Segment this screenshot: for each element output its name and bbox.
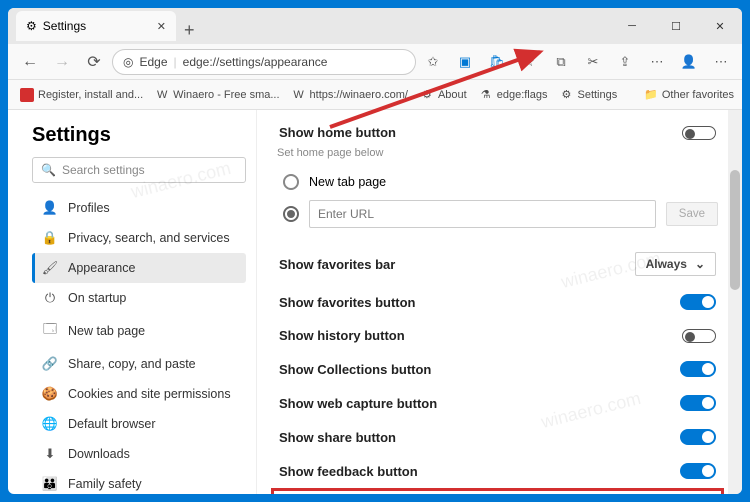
shopping-icon[interactable]: 🛍 [484, 49, 510, 75]
nav-icon: 🔒 [42, 230, 58, 246]
favorite-item[interactable]: Register, install and... [16, 86, 147, 104]
toggle[interactable] [682, 329, 716, 343]
setting-row-show-feedback-button: Show feedback button [277, 454, 718, 488]
show-home-row: Show home button [277, 116, 718, 149]
setting-row-show-web-capture-button: Show web capture button [277, 386, 718, 420]
radio-enter-url[interactable]: Save [283, 195, 718, 233]
nav-icon: 🗔 [42, 320, 58, 342]
search-icon: 🔍 [41, 163, 56, 177]
maximize-button[interactable]: ☐ [654, 8, 698, 44]
refresh-button[interactable]: ⟳ [80, 48, 108, 76]
share-icon[interactable]: ⇪ [612, 49, 638, 75]
toggle[interactable] [680, 429, 716, 445]
dropdown[interactable]: Always⌄ [635, 252, 716, 276]
setting-row-show-extensions-button: Show extensions button [271, 488, 724, 494]
sidebar-item-share-copy-and-paste[interactable]: 🔗Share, copy, and paste [32, 349, 246, 379]
nav-icon: 🖌 [42, 260, 58, 276]
search-input[interactable]: 🔍 Search settings [32, 157, 246, 183]
nav-icon: 🌐 [42, 416, 58, 432]
sidebar-item-new-tab-page[interactable]: 🗔New tab page [32, 313, 246, 349]
nav-icon: 👤 [42, 200, 58, 216]
sidebar-item-default-browser[interactable]: 🌐Default browser [32, 409, 246, 439]
tab-title: Settings [43, 19, 86, 33]
show-home-toggle[interactable] [682, 126, 716, 140]
sidebar-item-downloads[interactable]: ⬇Downloads [32, 439, 246, 469]
save-button[interactable]: Save [666, 202, 718, 226]
favorite-item[interactable]: ⚙About [416, 86, 471, 104]
back-button[interactable]: ← [16, 48, 44, 76]
favorite-item[interactable]: Whttps://winaero.com/ [288, 86, 412, 104]
close-window-button[interactable]: ✕ [698, 8, 742, 44]
radio-icon [283, 174, 299, 190]
setting-row-show-history-button: Show history button [277, 319, 718, 352]
capture-icon[interactable]: ✂ [580, 49, 606, 75]
toggle[interactable] [680, 463, 716, 479]
favorites-bar: Register, install and...WWinaero - Free … [8, 80, 742, 110]
scrollbar[interactable] [728, 110, 742, 494]
nav-icon: 🍪 [42, 386, 58, 402]
setting-row-show-collections-button: Show Collections button [277, 352, 718, 386]
profile-avatar[interactable]: 👤 [676, 49, 702, 75]
sidebar-item-appearance[interactable]: 🖌Appearance [32, 253, 246, 283]
nav-icon: ⬇ [42, 446, 58, 462]
nav-icon: ⏻ [42, 290, 58, 306]
favorite-item[interactable]: ⚙Settings [555, 86, 621, 104]
settings-main: Show home button Set home page below New… [256, 110, 742, 494]
titlebar: ⚙ Settings ✕ + ─ ☐ ✕ [8, 8, 742, 44]
chevron-down-icon: ⌄ [695, 257, 705, 271]
setting-row-show-share-button: Show share button [277, 420, 718, 454]
gear-icon: ⚙ [26, 19, 37, 33]
url-field[interactable]: ◎ Edge | edge://settings/appearance [112, 49, 416, 75]
favorite-item[interactable]: ⚗edge:flags [475, 86, 552, 104]
read-aloud-icon[interactable]: ✩ [420, 49, 446, 75]
menu-icon[interactable]: ⋯ [708, 49, 734, 75]
home-url-input[interactable] [309, 200, 656, 228]
collections-icon[interactable]: ⧉ [548, 49, 574, 75]
favorite-item[interactable]: WWinaero - Free sma... [151, 86, 283, 104]
new-tab-button[interactable]: + [176, 20, 203, 41]
sidebar-item-privacy-search-and-services[interactable]: 🔒Privacy, search, and services [32, 223, 246, 253]
setting-row-show-favorites-button: Show favorites button [277, 285, 718, 319]
favorites-icon[interactable]: ☆ [516, 49, 542, 75]
sidebar-item-family-safety[interactable]: 👪Family safety [32, 469, 246, 494]
extension-icon[interactable]: ⋯ [644, 49, 670, 75]
minimize-button[interactable]: ─ [610, 8, 654, 44]
protocol-label: Edge [139, 55, 167, 69]
toggle[interactable] [680, 395, 716, 411]
sidebar-item-profiles[interactable]: 👤Profiles [32, 193, 246, 223]
page-title: Settings [32, 124, 246, 147]
folder-icon: 📁 [644, 88, 658, 101]
media-icon[interactable]: ▣ [452, 49, 478, 75]
setting-row-show-favorites-bar: Show favorites barAlways⌄ [277, 243, 718, 285]
other-favorites[interactable]: 📁 Other favorites [644, 88, 734, 101]
address-bar: ← → ⟳ ◎ Edge | edge://settings/appearanc… [8, 44, 742, 80]
nav-icon: 👪 [42, 476, 58, 492]
nav-icon: 🔗 [42, 356, 58, 372]
sidebar-item-on-startup[interactable]: ⏻On startup [32, 283, 246, 313]
radio-new-tab[interactable]: New tab page [283, 169, 718, 195]
forward-button[interactable]: → [48, 48, 76, 76]
browser-tab[interactable]: ⚙ Settings ✕ [16, 11, 176, 41]
close-tab-icon[interactable]: ✕ [157, 20, 166, 33]
toggle[interactable] [680, 361, 716, 377]
sidebar-item-cookies-and-site-permissions[interactable]: 🍪Cookies and site permissions [32, 379, 246, 409]
toggle[interactable] [680, 294, 716, 310]
settings-sidebar: Settings 🔍 Search settings 👤Profiles🔒Pri… [8, 110, 256, 494]
edge-icon: ◎ [123, 55, 133, 69]
radio-icon [283, 206, 299, 222]
url-text: edge://settings/appearance [183, 55, 328, 69]
